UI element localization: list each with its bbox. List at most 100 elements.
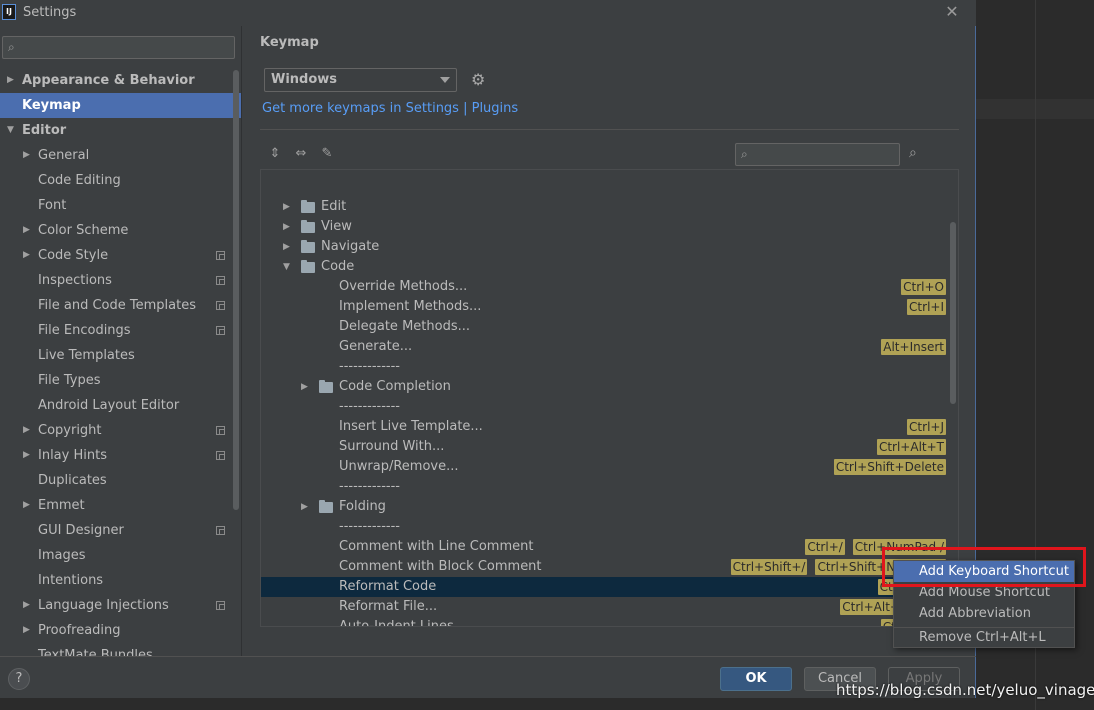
gear-icon[interactable]: ⚙ — [471, 70, 489, 90]
sidebar-scrollbar[interactable] — [233, 70, 239, 510]
sidebar-item-label: Live Templates — [38, 348, 135, 363]
sidebar-item-label: Code Style — [38, 248, 109, 263]
tree-action-row[interactable]: Implement Methods... Ctrl+I — [261, 297, 958, 317]
tree-action-row[interactable]: Comment with Line Comment Ctrl+/Ctrl+NumP… — [261, 537, 958, 557]
tree-action-row[interactable]: ------------- — [261, 357, 958, 377]
collapse-all-icon[interactable]: ⇔ — [292, 145, 310, 163]
tree-folder-row[interactable]: ▶ Folding — [261, 497, 958, 517]
tree-action-row[interactable]: Insert Live Template... Ctrl+J — [261, 417, 958, 437]
sidebar-item-textmate-bundles[interactable]: TextMate Bundles — [0, 643, 241, 656]
find-by-shortcut-icon[interactable]: ⌕ — [909, 145, 927, 163]
tree-action-row[interactable]: Surround With... Ctrl+Alt+T — [261, 437, 958, 457]
shortcut-badge: Ctrl+I — [907, 299, 946, 315]
chevron-right-icon[interactable]: ▶ — [283, 237, 290, 257]
chevron-right-icon[interactable]: ▶ — [301, 377, 308, 397]
edit-pencil-icon[interactable]: ✎ — [318, 145, 336, 163]
sidebar-item-inlay-hints[interactable]: ▶ Inlay Hints — [0, 443, 241, 468]
chevron-right-icon[interactable]: ▶ — [23, 243, 35, 268]
folder-icon — [301, 220, 315, 233]
tree-action-row[interactable]: ------------- — [261, 517, 958, 537]
chevron-right-icon[interactable]: ▶ — [7, 68, 19, 93]
sidebar-item-android-layout-editor[interactable]: Android Layout Editor — [0, 393, 241, 418]
chevron-right-icon[interactable]: ▶ — [301, 497, 308, 517]
close-icon[interactable]: ✕ — [943, 2, 961, 22]
sidebar-item-color-scheme[interactable]: ▶ Color Scheme — [0, 218, 241, 243]
chevron-right-icon[interactable]: ▶ — [23, 618, 35, 643]
chevron-down-icon[interactable]: ▼ — [283, 257, 290, 277]
chevron-right-icon[interactable]: ▶ — [23, 218, 35, 243]
sidebar-item-proofreading[interactable]: ▶ Proofreading — [0, 618, 241, 643]
tree-action-row[interactable]: Comment with Block Comment Ctrl+Shift+/Ct… — [261, 557, 958, 577]
tree-row-label: Navigate — [321, 239, 380, 254]
action-search-input[interactable]: ⌕ — [735, 143, 900, 166]
sidebar-item-gui-designer[interactable]: GUI Designer — [0, 518, 241, 543]
keymap-scheme-select[interactable]: Windows — [264, 68, 457, 92]
sidebar-item-file-and-code-templates[interactable]: File and Code Templates — [0, 293, 241, 318]
sidebar-item-editor[interactable]: ▼ Editor — [0, 118, 241, 143]
sidebar-item-general[interactable]: ▶ General — [0, 143, 241, 168]
sidebar-item-language-injections[interactable]: ▶ Language Injections — [0, 593, 241, 618]
add-abbreviation-item[interactable]: Add Abbreviation — [894, 603, 1074, 624]
sidebar-item-code-style[interactable]: ▶ Code Style — [0, 243, 241, 268]
sidebar-item-duplicates[interactable]: Duplicates — [0, 468, 241, 493]
tree-folder-row[interactable]: ▼ Code — [261, 257, 958, 277]
sidebar-item-label: Language Injections — [38, 598, 169, 613]
tree-scrollbar[interactable] — [950, 222, 956, 404]
sidebar-item-appearance-behavior[interactable]: ▶ Appearance & Behavior — [0, 68, 241, 93]
sidebar-item-images[interactable]: Images — [0, 543, 241, 568]
expand-all-icon[interactable]: ⇕ — [266, 145, 284, 163]
sidebar-item-code-editing[interactable]: Code Editing — [0, 168, 241, 193]
chevron-right-icon[interactable]: ▶ — [283, 217, 290, 237]
sidebar-item-inspections[interactable]: Inspections — [0, 268, 241, 293]
chevron-right-icon[interactable]: ▶ — [23, 493, 35, 518]
chevron-right-icon[interactable]: ▶ — [283, 197, 290, 217]
project-scope-icon — [216, 451, 225, 460]
chevron-right-icon[interactable]: ▶ — [23, 443, 35, 468]
sidebar-item-intentions[interactable]: Intentions — [0, 568, 241, 593]
chevron-down-icon[interactable]: ▼ — [7, 118, 19, 143]
search-icon: ⌕ — [741, 147, 748, 161]
tree-action-row[interactable]: ------------- — [261, 397, 958, 417]
chevron-right-icon[interactable]: ▶ — [23, 593, 35, 618]
sidebar-item-label: Code Editing — [38, 173, 121, 188]
tree-folder-row[interactable]: ▶ View — [261, 217, 958, 237]
tree-row-label: Comment with Block Comment — [339, 559, 542, 574]
sidebar-item-label: Color Scheme — [38, 223, 129, 238]
sidebar-item-label: Appearance & Behavior — [22, 73, 195, 88]
sidebar-item-live-templates[interactable]: Live Templates — [0, 343, 241, 368]
shortcut-list: Ctrl+J — [907, 419, 946, 435]
tree-folder-row[interactable]: ▶ Navigate — [261, 237, 958, 257]
sidebar-search-input[interactable]: ⌕ — [2, 36, 235, 59]
chevron-right-icon[interactable]: ▶ — [23, 418, 35, 443]
remove-shortcut-item[interactable]: Remove Ctrl+Alt+L — [894, 627, 1074, 648]
sidebar-item-file-types[interactable]: File Types — [0, 368, 241, 393]
get-more-keymaps-link[interactable]: Get more keymaps in Settings | Plugins — [262, 101, 518, 116]
tree-action-row[interactable]: Auto-Indent LinesCtrl+Alt+I — [261, 617, 958, 626]
sidebar-item-emmet[interactable]: ▶ Emmet — [0, 493, 241, 518]
tree-action-row[interactable]: Reformat CodeCtrl+Alt+L — [261, 577, 958, 597]
tree-action-row[interactable]: Reformat File...Ctrl+Alt+Shift+L — [261, 597, 958, 617]
sidebar-item-label: General — [38, 148, 90, 163]
help-icon[interactable]: ? — [8, 668, 30, 690]
sidebar-item-label: File Types — [38, 373, 101, 388]
sidebar-item-keymap[interactable]: Keymap — [0, 93, 241, 118]
sidebar-item-label: Inlay Hints — [38, 448, 107, 463]
tree-folder-row[interactable]: ▶ Edit — [261, 197, 958, 217]
tree-action-row[interactable]: Generate... Alt+Insert — [261, 337, 958, 357]
tree-action-row[interactable]: ------------- — [261, 477, 958, 497]
settings-sidebar: ⌕ ▶ Appearance & Behavior Keymap ▼ Editor ▶ Ge… — [0, 26, 242, 656]
sidebar-item-label: Emmet — [38, 498, 85, 513]
sidebar-item-file-encodings[interactable]: File Encodings — [0, 318, 241, 343]
tree-action-row[interactable]: Override Methods... Ctrl+O — [261, 277, 958, 297]
tree-action-row[interactable]: Delegate Methods... — [261, 317, 958, 337]
sidebar-item-label: TextMate Bundles — [38, 648, 153, 656]
tree-row-label: Generate... — [339, 339, 413, 354]
ok-button[interactable]: OK — [720, 667, 792, 691]
sidebar-item-copyright[interactable]: ▶ Copyright — [0, 418, 241, 443]
sidebar-item-label: Duplicates — [38, 473, 107, 488]
tree-folder-row[interactable]: ▶ Code Completion — [261, 377, 958, 397]
keymap-action-tree: ▶ Edit ▶ View ▶ Navigate ▼ Code Override Methods… — [260, 169, 959, 627]
tree-action-row[interactable]: Unwrap/Remove... Ctrl+Shift+Delete — [261, 457, 958, 477]
sidebar-item-font[interactable]: Font — [0, 193, 241, 218]
chevron-right-icon[interactable]: ▶ — [23, 143, 35, 168]
